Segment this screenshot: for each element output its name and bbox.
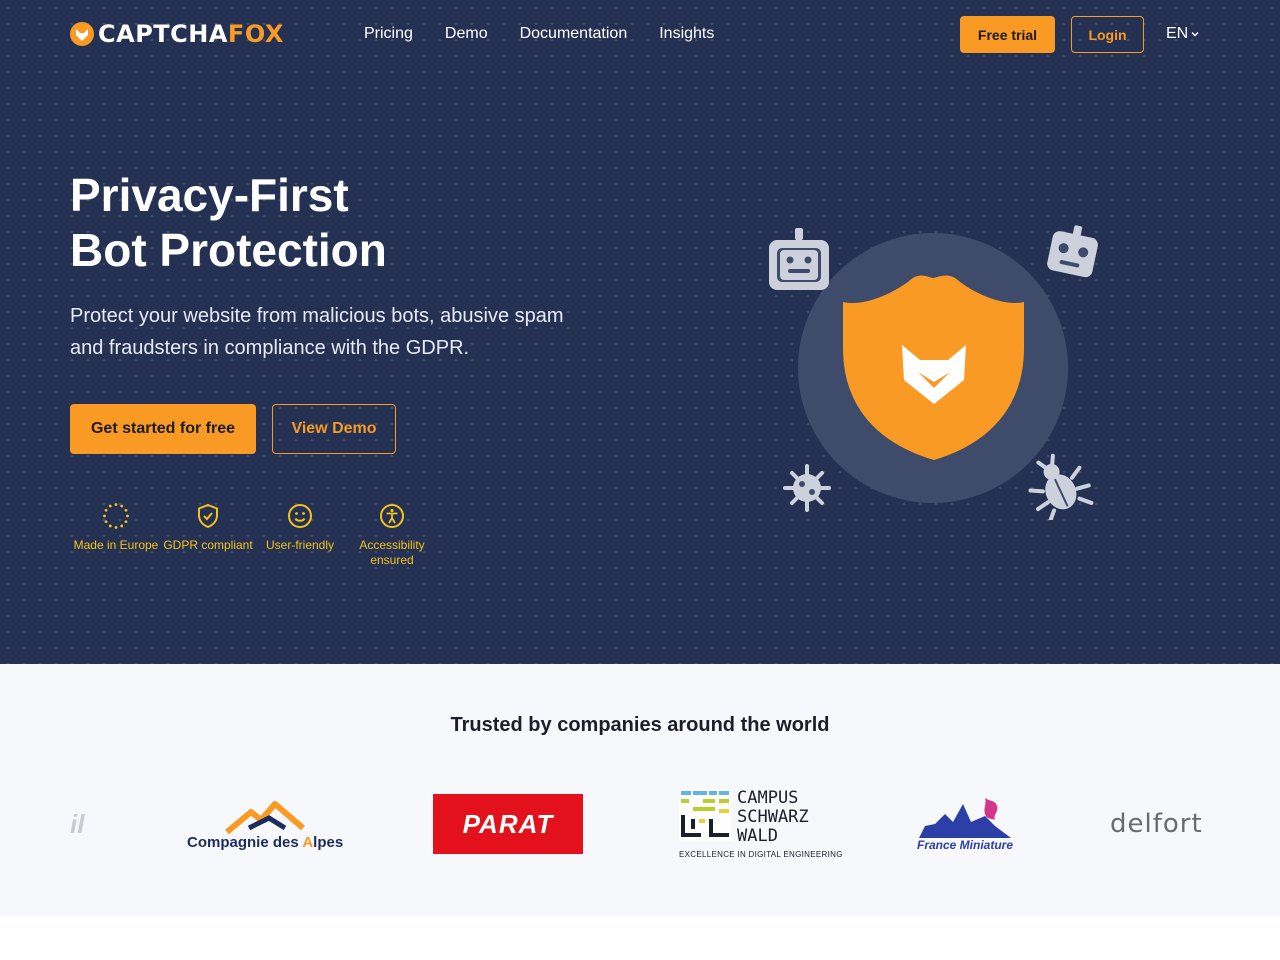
partial-logo-text: il [70,808,85,839]
feature-label: Accessibility ensured [359,538,425,567]
cda-text-rest: lpes [313,833,344,851]
logo-text-white: CAPTCHA [98,20,228,48]
nav-link-insights[interactable]: Insights [659,24,714,44]
hero-title-line-1: Privacy-First [70,169,349,221]
accessibility-icon [380,504,404,528]
fox-logo-icon [70,22,94,46]
hero-subtitle: Protect your website from malicious bots… [70,305,564,359]
view-demo-button[interactable]: View Demo [272,404,396,454]
campus-tagline: EXCELLENCE IN DIGITAL ENGINEERING [679,850,843,859]
free-trial-button[interactable]: Free trial [960,16,1055,53]
trusted-title: Trusted by companies around the world [450,714,830,736]
logo-text-orange: FOX [227,20,284,48]
france-miniature-text: France Miniature [916,838,1014,852]
hero-illustration [769,225,1098,520]
france-miniature-logo: France Miniature [915,784,1015,864]
virus-icon [783,464,831,512]
top-navigation: CAPTCHAFOX Pricing Demo Documentation In… [0,0,1280,70]
nav-link-demo[interactable]: Demo [445,24,488,44]
smiley-icon [288,504,312,528]
compagnie-des-alpes-logo: Compagnie des Alpes [187,784,343,864]
cda-text-main: Compagnie des [187,833,303,851]
campus-line-2: SCHWARZ [737,807,809,827]
robot-face-icon [769,228,829,290]
feature-label: GDPR compliant [163,538,253,552]
eu-stars-icon [103,503,129,529]
shield-check-icon [198,503,218,529]
parat-logo: PARAT [433,784,583,864]
customer-logo-carousel: il Compagnie des Alpes PARAT CAMPUS SCHW… [70,784,1210,864]
captchafox-logo[interactable]: CAPTCHAFOX [70,22,284,46]
feature-gdpr-compliant: GDPR compliant [162,502,254,568]
get-started-button[interactable]: Get started for free [70,404,256,454]
robot-head-icon [1047,225,1098,278]
nav-link-pricing[interactable]: Pricing [364,24,413,44]
feature-made-in-europe: Made in Europe [70,502,162,568]
campus-line-3: WALD [737,826,778,846]
eiffel-tower-icon [919,798,1011,838]
partial-logo: il [70,784,84,864]
trusted-section: Trusted by companies around the world il… [0,664,1280,916]
hero-section: CAPTCHAFOX Pricing Demo Documentation In… [0,0,1280,664]
language-label: EN [1166,25,1189,42]
hero-title: Privacy-First Bot Protection [70,168,387,278]
parat-logo-text: PARAT [433,794,583,854]
feature-list: Made in Europe GDPR compliant User-frien… [70,502,438,568]
campus-grid-icon [679,789,731,841]
campus-line-1: CAMPUS [737,788,799,808]
hero-title-line-2: Bot Protection [70,224,387,276]
main-menu: Pricing Demo Documentation Insights [364,24,714,44]
campus-schwarzwald-logo: CAMPUS SCHWARZ WALD EXCELLENCE IN DIGITA… [679,784,843,864]
mountain-icon [225,800,306,834]
delfort-text: delfort [1110,809,1203,839]
feature-user-friendly: User-friendly [254,502,346,568]
chevron-down-icon [1191,32,1199,37]
login-button[interactable]: Login [1071,16,1144,53]
cda-text-accent: A [302,833,314,851]
nav-link-documentation[interactable]: Documentation [520,24,628,44]
feature-accessibility: Accessibility ensured [346,502,438,568]
language-selector[interactable]: EN [1166,24,1199,44]
feature-label: User-friendly [265,538,334,552]
feature-label: Made in Europe [73,538,159,552]
delfort-logo: delfort [1110,784,1203,864]
